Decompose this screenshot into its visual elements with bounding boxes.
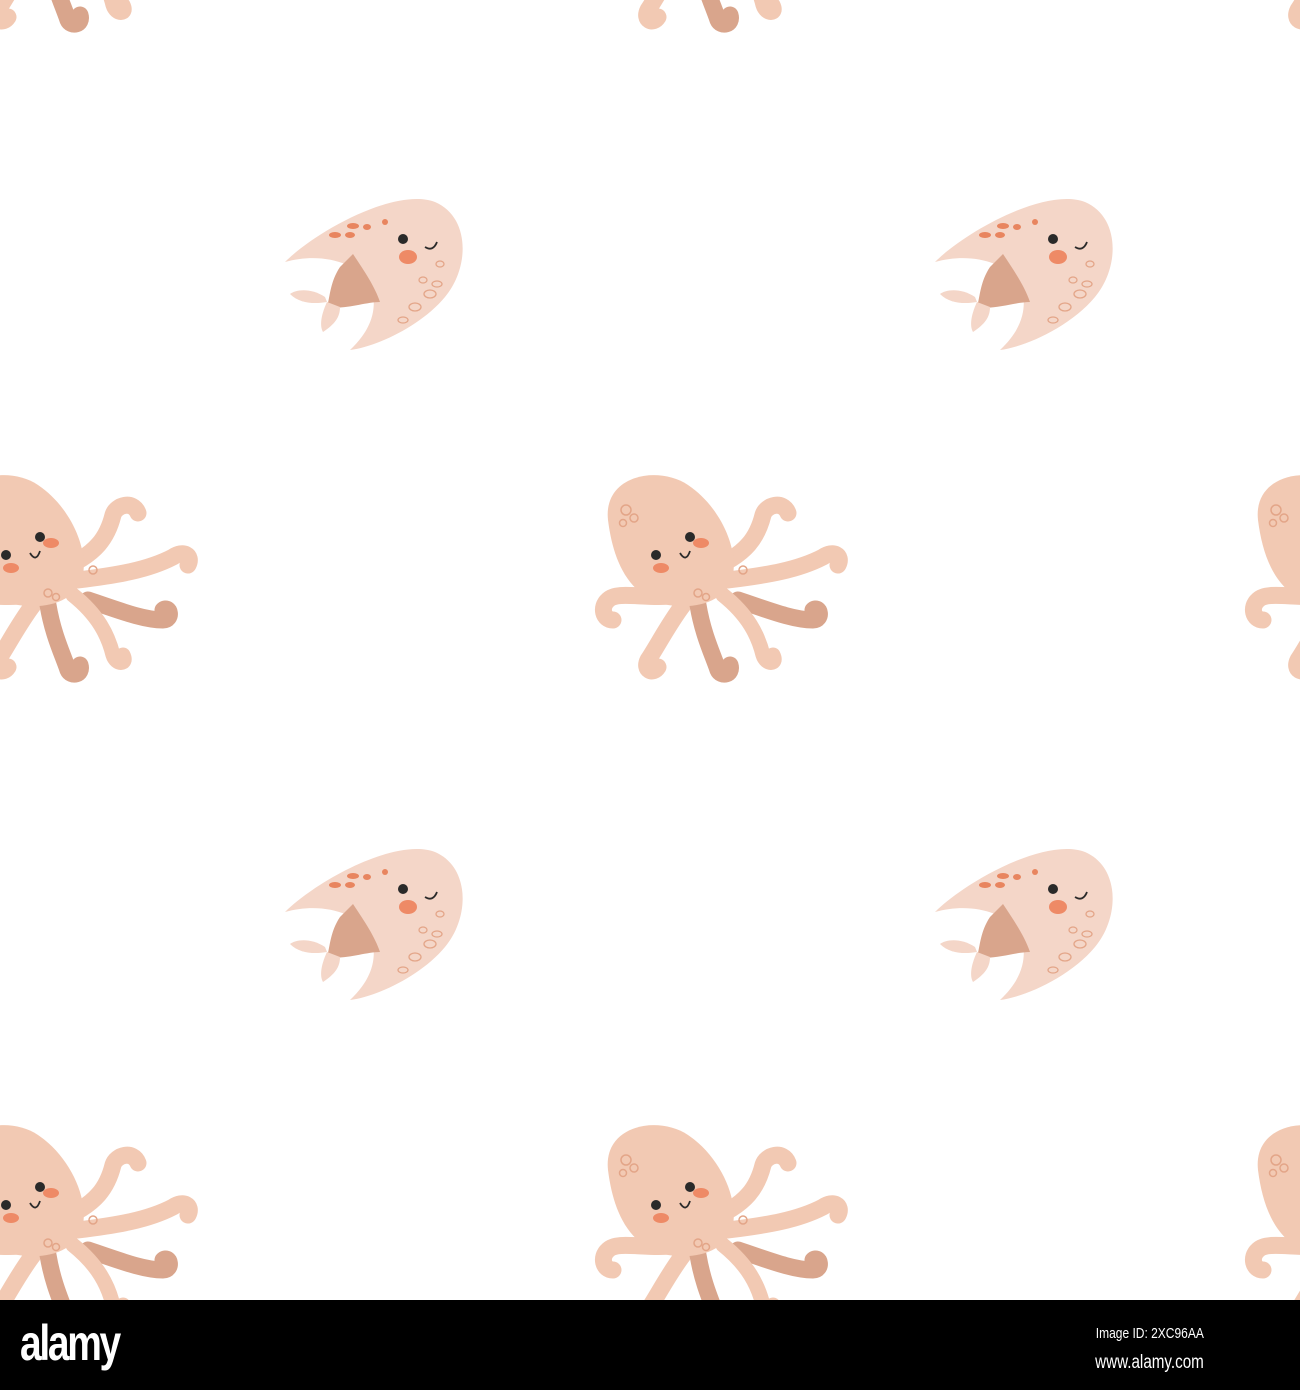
octopus-illustration <box>603 0 839 24</box>
image-meta: Image ID: 2XC96AA www.alamy.com <box>1095 1324 1204 1376</box>
seamless-sea-creature-pattern <box>0 0 1300 1300</box>
image-id: Image ID: 2XC96AA <box>1095 1325 1204 1342</box>
fish-illustration <box>284 848 464 1001</box>
fish-illustration <box>284 198 464 351</box>
octopus-illustration <box>0 1125 189 1300</box>
octopus-illustration <box>1253 475 1300 674</box>
octopus-illustration <box>0 475 189 674</box>
octopus-illustration <box>1253 0 1300 24</box>
fish-illustration <box>934 198 1114 351</box>
fish-illustration <box>934 848 1114 1001</box>
octopus-illustration <box>603 1125 839 1300</box>
octopus-illustration <box>1253 1125 1300 1300</box>
octopus-illustration <box>603 475 839 674</box>
site-url: www.alamy.com <box>1095 1352 1204 1373</box>
watermark-bar: alamy Image ID: 2XC96AA www.alamy.com <box>0 1300 1300 1390</box>
octopus-illustration <box>0 0 189 24</box>
alamy-logo: alamy <box>20 1315 121 1371</box>
